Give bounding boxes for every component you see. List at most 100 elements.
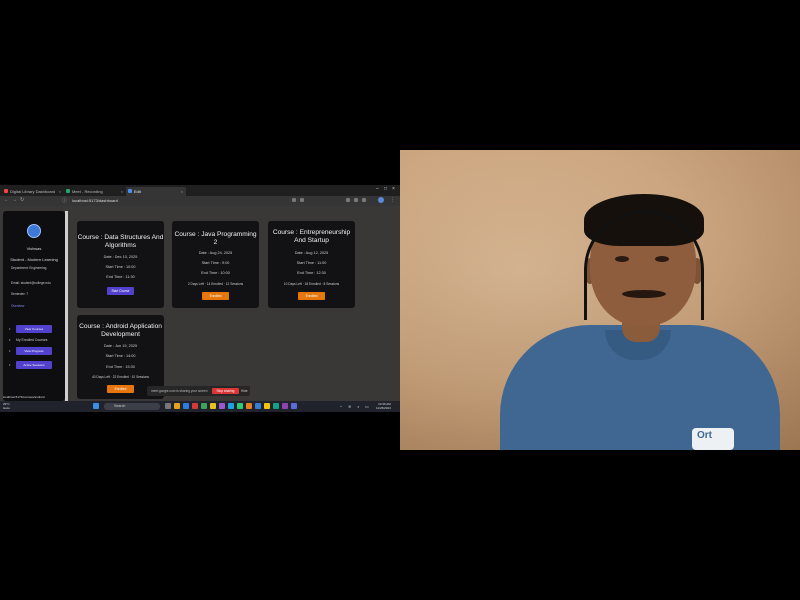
enrolled-button[interactable]: Enrolled bbox=[202, 292, 229, 300]
status-url: localhost:5173/courses/android bbox=[3, 395, 45, 399]
file-explorer-icon[interactable] bbox=[174, 403, 180, 409]
course-card: Course : Java Programming 2 Date : Aug 2… bbox=[172, 221, 259, 308]
tab-favicon-icon bbox=[128, 189, 132, 193]
task-view-icon[interactable] bbox=[165, 403, 171, 409]
view-progress-button[interactable]: View Progress bbox=[16, 347, 52, 355]
profile-avatar-icon[interactable] bbox=[378, 197, 384, 203]
user-role: Student - Modern Learning bbox=[10, 257, 58, 262]
close-icon[interactable]: × bbox=[59, 187, 61, 196]
view-courses-button[interactable]: View Courses bbox=[16, 325, 52, 333]
reload-icon[interactable]: ↻ bbox=[20, 197, 24, 203]
browser-tab-active[interactable]: Edit × bbox=[126, 187, 186, 196]
course-title: Course : Data Structures And Algorithms bbox=[77, 234, 164, 249]
maximize-icon[interactable]: □ bbox=[384, 186, 387, 192]
screen-share-bar: meet.google.com is sharing your screen S… bbox=[147, 386, 250, 396]
enrolled-button[interactable]: Enrolled bbox=[298, 292, 325, 300]
star-icon[interactable] bbox=[300, 198, 304, 202]
more-menu-icon[interactable]: ⋮ bbox=[390, 197, 395, 203]
course-card: Course : Data Structures And Algorithms … bbox=[77, 221, 164, 308]
course-end-time: End Time : 11:30 bbox=[106, 275, 135, 279]
vscode-icon[interactable] bbox=[255, 403, 261, 409]
course-start-time: Start Time : 9:00 bbox=[201, 261, 230, 265]
shared-screen: Digital Library Dashboard × Meet - Recor… bbox=[0, 185, 400, 412]
course-start-time: Start Time : 11:00 bbox=[296, 261, 327, 265]
close-icon[interactable]: × bbox=[121, 187, 123, 196]
sidebar-scrollbar[interactable] bbox=[65, 211, 68, 401]
taskbar-search[interactable]: Search bbox=[104, 403, 160, 410]
headset-icon bbox=[584, 210, 704, 320]
address-bar: ← → ↻ ⓘ localhost:5173/dashboard ⋮ bbox=[0, 196, 400, 206]
course-stats: 2 Days Left · 14 Enrolled · 12 Sessions bbox=[187, 282, 244, 286]
user-avatar bbox=[27, 224, 41, 238]
course-date: Date : Aug 24, 2025 bbox=[198, 251, 233, 255]
user-info-line: Semester: 7 bbox=[11, 292, 29, 296]
stop-sharing-button[interactable]: Stop sharing bbox=[212, 388, 239, 394]
app-icon[interactable] bbox=[192, 403, 198, 409]
course-date: Date : Aug 12, 2025 bbox=[294, 251, 329, 255]
forward-arrow-icon[interactable]: → bbox=[12, 197, 17, 203]
url-field[interactable]: localhost:5173/dashboard bbox=[72, 197, 272, 205]
chevron-up-icon[interactable]: ^ bbox=[340, 404, 342, 409]
weather-widget[interactable]: 29°C Haze bbox=[3, 402, 10, 410]
close-window-icon[interactable]: × bbox=[392, 186, 395, 192]
user-info-line: Email: student@college.edu bbox=[11, 281, 51, 285]
course-stats: 10 Days Left · 18 Enrolled · 8 Sessions bbox=[283, 282, 340, 286]
enrolled-courses-link[interactable]: My Enrolled Courses bbox=[16, 338, 47, 342]
info-icon[interactable]: ⓘ bbox=[62, 197, 67, 204]
edge-icon[interactable] bbox=[183, 403, 189, 409]
app-icon[interactable] bbox=[228, 403, 234, 409]
app-icon[interactable] bbox=[246, 403, 252, 409]
user-name: Vishwas bbox=[26, 246, 42, 251]
chrome-icon[interactable] bbox=[237, 403, 243, 409]
course-end-time: End Time : 10:00 bbox=[201, 271, 230, 275]
windows-start-icon[interactable] bbox=[93, 403, 99, 409]
enrolled-button[interactable]: Enrolled bbox=[107, 385, 134, 393]
active-sessions-button[interactable]: Active Sessions bbox=[16, 361, 52, 369]
shirt-logo-badge: Ort bbox=[692, 428, 734, 450]
app-icon[interactable] bbox=[210, 403, 216, 409]
tab-favicon-icon bbox=[4, 189, 8, 193]
hide-button[interactable]: Hide bbox=[241, 388, 248, 394]
browser-tab[interactable]: Digital Library Dashboard × bbox=[2, 187, 64, 196]
webcam-feed: Ort bbox=[400, 150, 800, 450]
wifi-icon[interactable]: ≋ bbox=[348, 404, 351, 409]
course-stats: 40 Days Left · 22 Enrolled · 10 Sessions bbox=[91, 375, 150, 379]
minimize-icon[interactable]: – bbox=[376, 186, 379, 192]
close-icon[interactable]: × bbox=[181, 187, 183, 196]
windows-taskbar: 29°C Haze Search ^ ≋ ◖ ▭ 10:36 AM 11/26/… bbox=[0, 401, 400, 412]
tab-favicon-icon bbox=[66, 189, 70, 193]
app-icon[interactable] bbox=[201, 403, 207, 409]
bullet-icon: • bbox=[9, 337, 11, 342]
bullet-icon: • bbox=[9, 362, 11, 367]
course-end-time: End Time : 12:30 bbox=[297, 271, 326, 275]
course-date: Date : Dec 10, 2025 bbox=[103, 255, 138, 259]
app-icon[interactable] bbox=[219, 403, 225, 409]
dashboard-sidebar: Vishwas Student - Modern Learning Depart… bbox=[3, 211, 65, 401]
download-icon[interactable] bbox=[354, 198, 358, 202]
share-status-text: meet.google.com is sharing your screen bbox=[151, 389, 208, 393]
back-arrow-icon[interactable]: ← bbox=[4, 197, 9, 203]
start-course-button[interactable]: Start Course bbox=[107, 287, 134, 295]
course-title: Course : Entrepreneurship And Startup bbox=[272, 229, 351, 244]
browser-tab-bar: Digital Library Dashboard × Meet - Recor… bbox=[0, 185, 400, 196]
course-start-time: Start Time : 14:00 bbox=[105, 354, 136, 358]
browser-tab[interactable]: Meet - Recording × bbox=[64, 187, 126, 196]
extension-icon[interactable] bbox=[292, 198, 296, 202]
taskbar-clock[interactable]: 10:36 AM 11/26/2024 bbox=[376, 402, 391, 410]
course-start-time: Start Time : 10:00 bbox=[105, 265, 136, 269]
course-title: Course : Android Application Development bbox=[79, 323, 162, 338]
course-date: Date : Jun 19, 2025 bbox=[103, 344, 138, 348]
course-end-time: End Time : 15:30 bbox=[106, 365, 135, 369]
app-icon[interactable] bbox=[273, 403, 279, 409]
sidepanel-icon[interactable] bbox=[362, 198, 366, 202]
app-icon[interactable] bbox=[291, 403, 297, 409]
volume-icon[interactable]: ◖ bbox=[357, 404, 359, 409]
battery-icon[interactable]: ▭ bbox=[365, 404, 369, 409]
course-card: Course : Entrepreneurship And Startup Da… bbox=[268, 221, 355, 308]
app-icon[interactable] bbox=[264, 403, 270, 409]
section-label: Overview bbox=[11, 304, 25, 308]
user-info-line: Department: Engineering bbox=[11, 266, 47, 270]
extension-icon[interactable] bbox=[346, 198, 350, 202]
course-title: Course : Java Programming 2 bbox=[174, 231, 257, 246]
app-icon[interactable] bbox=[282, 403, 288, 409]
